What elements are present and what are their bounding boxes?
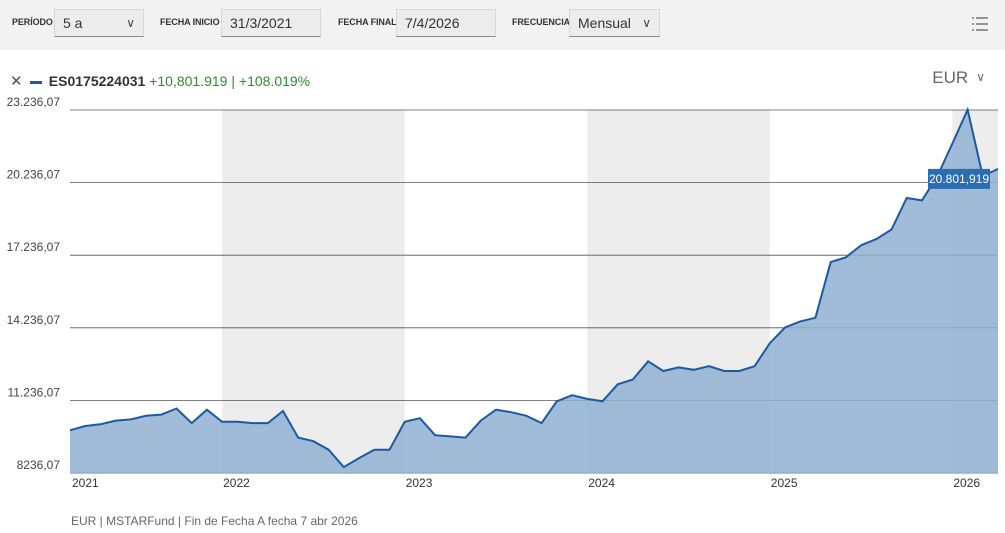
y-tick-label: 8236,07 <box>17 458 61 472</box>
x-tick-label: 2021 <box>72 476 99 490</box>
chart-footer: EUR | MSTARFund | Fin de Fecha A fecha 7… <box>71 514 358 528</box>
x-tick-label: 2024 <box>588 476 615 490</box>
year-band-2022 <box>222 110 405 473</box>
x-tick-label: 2025 <box>771 476 798 490</box>
x-tick-label: 2026 <box>953 476 980 490</box>
last-value-label: 20.801,919 <box>929 172 989 186</box>
y-tick-label: 23.236,07 <box>7 95 61 109</box>
x-tick-label: 2023 <box>406 476 433 490</box>
x-tick-label: 2022 <box>223 476 250 490</box>
price-chart: 8236,07 11.236,07 14.236,07 17.236,07 20.236… <box>7 95 999 490</box>
y-tick-label: 17.236,07 <box>7 240 61 254</box>
y-tick-label: 11.236,07 <box>8 385 61 399</box>
y-tick-label: 14.236,07 <box>7 313 61 327</box>
y-tick-label: 20.236,07 <box>7 168 61 182</box>
